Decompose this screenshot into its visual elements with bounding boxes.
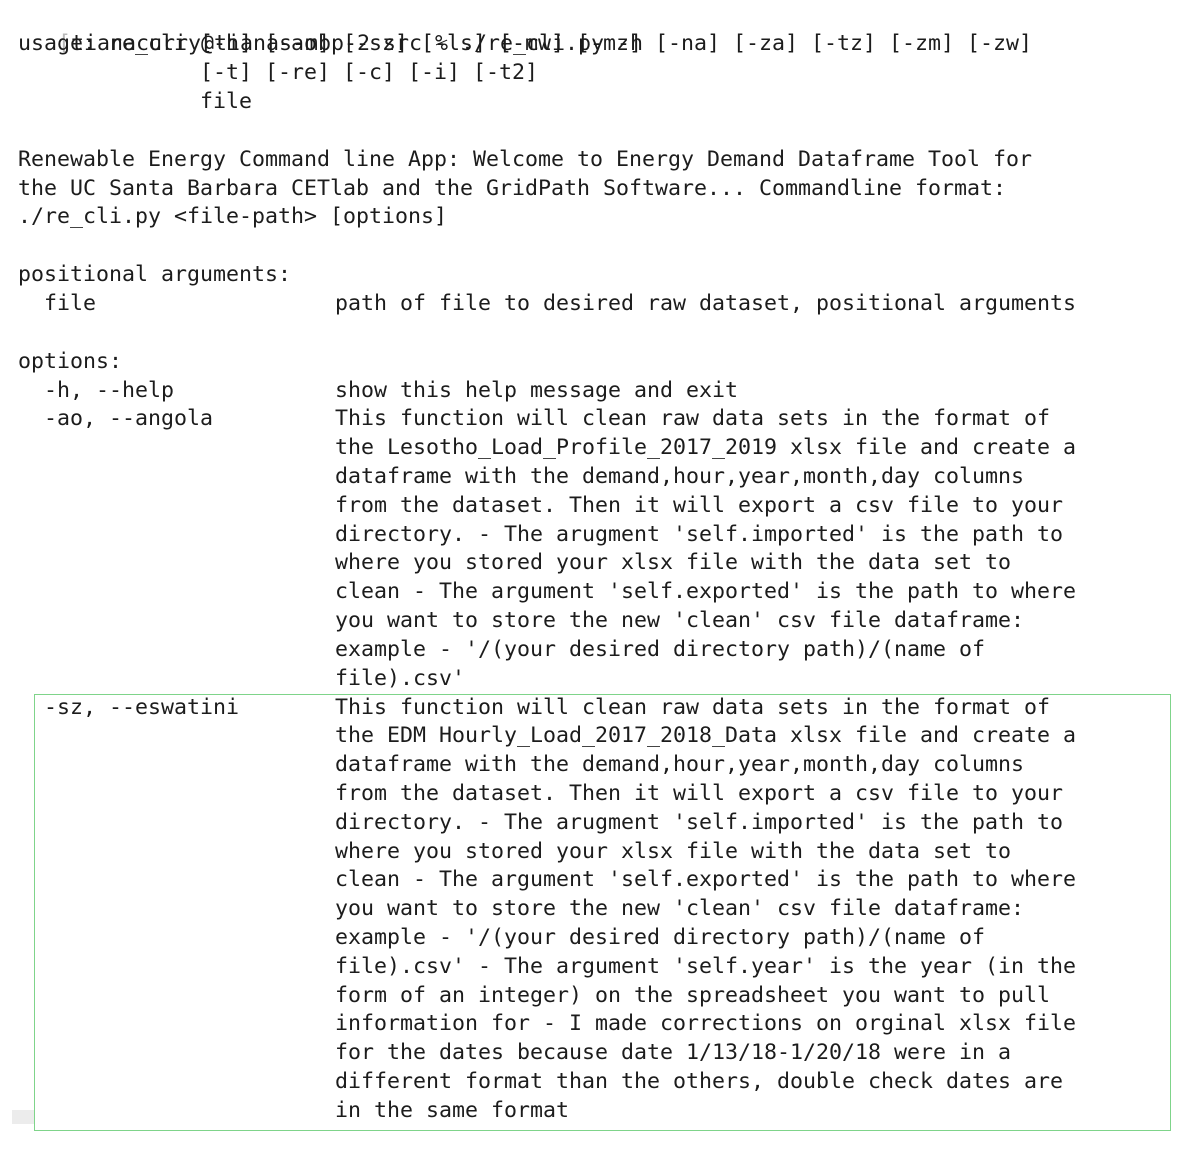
eswatini-flag: -sz, --eswatini — [18, 695, 240, 720]
description-line: ./re_cli.py <file-path> [options] — [18, 204, 448, 229]
eswatini-desc-line: This function will clean raw data sets i… — [335, 695, 1051, 720]
options-header: options: — [18, 349, 123, 374]
angola-desc-line: This function will clean raw data sets i… — [335, 406, 1051, 431]
help-flag: -h, --help — [18, 378, 175, 403]
eswatini-desc-line: from the dataset. Then it will export a … — [335, 781, 1064, 806]
usage-line: usage: re_cli [-h] [-ao] [-sz] [-ls] [-m… — [18, 31, 1033, 56]
positional-header: positional arguments: — [18, 262, 292, 287]
usage-line: [-t] [-re] [-c] [-i] [-t2] — [18, 60, 539, 85]
eswatini-desc-line: file).csv' - The argument 'self.year' is… — [335, 954, 1077, 979]
help-desc: show this help message and exit — [335, 378, 739, 403]
eswatini-desc-line: for the dates because date 1/13/18-1/20/… — [335, 1040, 1012, 1065]
angola-desc-line: clean - The argument 'self.exported' is … — [335, 579, 1077, 604]
eswatini-desc-line: in the same format — [335, 1098, 570, 1123]
eswatini-desc-line: information for - I made corrections on … — [335, 1011, 1077, 1036]
eswatini-desc-line: directory. - The arugment 'self.imported… — [335, 810, 1064, 835]
angola-desc-line: example - '/(your desired directory path… — [335, 637, 986, 662]
terminal-window[interactable]: [tianacurry@tianas-mbp-2 src % ./re_cli.… — [0, 0, 1204, 1168]
description-line: the UC Santa Barbara CETlab and the Grid… — [18, 176, 1007, 201]
angola-desc-line: where you stored your xlsx file with the… — [335, 550, 1012, 575]
eswatini-desc-line: you want to store the new 'clean' csv fi… — [335, 896, 1025, 921]
eswatini-desc-line: example - '/(your desired directory path… — [335, 925, 986, 950]
eswatini-desc-line: dataframe with the demand,hour,year,mont… — [335, 752, 1025, 777]
angola-desc-line: directory. - The arugment 'self.imported… — [335, 522, 1064, 547]
prompt-line: [tianacurry@tianas-mbp-2 src % ./re_cli.… — [6, 1, 643, 56]
scroll-edge-shadow — [12, 1110, 34, 1124]
angola-desc-line: the Lesotho_Load_Profile_2017_2019 xlsx … — [335, 435, 1077, 460]
angola-flag: -ao, --angola — [18, 406, 214, 431]
angola-desc-line: file).csv' — [335, 666, 466, 691]
eswatini-desc-line: where you stored your xlsx file with the… — [335, 839, 1012, 864]
positional-file-name: file — [18, 291, 97, 316]
angola-desc-line: you want to store the new 'clean' csv fi… — [335, 608, 1025, 633]
eswatini-desc-line: different format than the others, double… — [335, 1069, 1064, 1094]
angola-desc-line: from the dataset. Then it will export a … — [335, 493, 1064, 518]
description-line: Renewable Energy Command line App: Welco… — [18, 147, 1033, 172]
eswatini-desc-line: form of an integer) on the spreadsheet y… — [335, 983, 1051, 1008]
usage-line: file — [18, 89, 253, 114]
eswatini-desc-line: clean - The argument 'self.exported' is … — [335, 867, 1077, 892]
eswatini-desc-line: the EDM Hourly_Load_2017_2018_Data xlsx … — [335, 723, 1077, 748]
angola-desc-line: dataframe with the demand,hour,year,mont… — [335, 464, 1025, 489]
positional-file-desc: path of file to desired raw dataset, pos… — [335, 291, 1077, 316]
